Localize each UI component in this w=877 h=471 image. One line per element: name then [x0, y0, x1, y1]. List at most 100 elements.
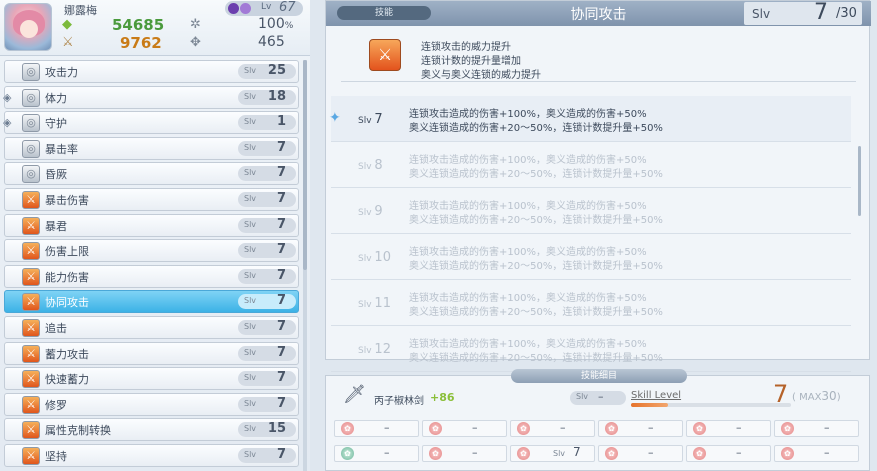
summon-icon: ✿	[517, 422, 530, 435]
skill-row[interactable]: ◎ 昏厥 Slv 7	[4, 162, 299, 186]
summon-slot[interactable]: ✿ –	[334, 420, 419, 437]
skill-level-value: 7	[773, 380, 789, 408]
weapon-name: 丙子椒林剑	[374, 396, 424, 407]
skill-row[interactable]: ⚔ 修罗 Slv 7	[4, 392, 299, 416]
summon-slot[interactable]: ✿ –	[774, 445, 859, 462]
summon-slot[interactable]: ✿ Slv 7	[510, 445, 595, 462]
skill-slv: Slv 1	[238, 114, 296, 131]
sword-orange-icon: ⚔	[22, 447, 40, 465]
level-row[interactable]: Slv 10 连锁攻击造成的伤害+100%，奥义造成的伤害+50% 奥义连锁造成的伤…	[331, 234, 851, 280]
skill-row[interactable]: ◎ 暴击率 Slv 7	[4, 136, 299, 160]
skill-row[interactable]: ⚔ 暴君 Slv 7	[4, 213, 299, 237]
summon-slot[interactable]: ✿ –	[422, 445, 507, 462]
summon-slot[interactable]: ✿ –	[334, 445, 419, 462]
skill-row[interactable]: ⚔ 坚持 Slv 7	[4, 444, 299, 467]
skill-slv: Slv 7	[238, 217, 296, 233]
skill-row[interactable]: ⚔ 暴击伤害 Slv 7	[4, 188, 299, 211]
detail-slv: Slv 7 /30	[744, 0, 862, 25]
skill-row[interactable]: ⚔ 协同攻击 Slv 7	[4, 290, 299, 314]
detail-slv-max: /30	[836, 6, 857, 21]
summon-icon: ✿	[605, 422, 618, 435]
level-effect: 连锁攻击造成的伤害+100%，奥义造成的伤害+50%	[409, 109, 647, 120]
level-row[interactable]: Slv 11 连锁攻击造成的伤害+100%，奥义造成的伤害+50% 奥义连锁造成的伤…	[331, 280, 851, 326]
weapon-plus: +86	[430, 391, 455, 404]
level-effect: 奥义连锁造成的伤害+20～50%，连锁计数提升量+50%	[409, 261, 663, 272]
skill-level-max: ( MAX30)	[792, 389, 841, 403]
summon-icon: ✿	[693, 422, 706, 435]
skill-slv: Slv 7	[238, 242, 296, 259]
skill-label: 守护	[45, 117, 67, 131]
level-effect: 连锁攻击造成的伤害+100%，奥义造成的伤害+50%	[409, 339, 647, 350]
left-scrollbar[interactable]	[303, 60, 307, 471]
hp-icon: ◆	[62, 17, 72, 32]
skill-row[interactable]: ⚔ 能力伤害 Slv 7	[4, 264, 299, 288]
skill-label: 体力	[45, 91, 67, 105]
summon-slot[interactable]: ✿ –	[686, 420, 771, 437]
summon-slot[interactable]: ✿ –	[422, 420, 507, 437]
sword-orange-icon: ⚔	[22, 395, 40, 414]
level-effect: 奥义连锁造成的伤害+20～50%，连锁计数提升量+50%	[409, 123, 663, 134]
sword-orange-icon: ⚔	[22, 319, 40, 337]
race-icon	[240, 3, 251, 14]
skill-label: 伤害上限	[45, 245, 89, 259]
summon-slot[interactable]: ✿ –	[598, 445, 683, 462]
avatar[interactable]	[4, 3, 52, 51]
level-row[interactable]: Slv 12 连锁攻击造成的伤害+100%，奥义造成的伤害+50% 奥义连锁造成的伤…	[331, 326, 851, 372]
sword-orange-icon: ⚔	[22, 267, 40, 286]
skill-row[interactable]: ⚔ 快速蓄力 Slv 7	[4, 367, 299, 391]
skill-level-label: Skill Level	[631, 390, 682, 401]
skill-label: 坚持	[45, 450, 67, 463]
level-effect: 连锁攻击造成的伤害+100%，奥义造成的伤害+50%	[409, 293, 647, 304]
level-row[interactable]: Slv 8 连锁攻击造成的伤害+100%，奥义造成的伤害+50% 奥义连锁造成的伤害…	[331, 142, 851, 188]
summon-slot[interactable]: ✿ –	[598, 420, 683, 437]
skill-row[interactable]: ⚔ 追击 Slv 7	[4, 316, 299, 339]
weapon-sword-icon: 🗡	[343, 384, 366, 405]
detail-scrollbar[interactable]	[858, 146, 861, 216]
sword-orange-icon: ⚔	[22, 242, 40, 261]
skill-label: 昏厥	[45, 168, 67, 182]
breakdown-panel: 技能细目 🗡 丙子椒林剑 +86 Slv – Skill Level 7 ( M…	[325, 369, 870, 471]
skill-label: 暴君	[45, 219, 67, 233]
skill-row[interactable]: ⚔ 伤害上限 Slv 7	[4, 239, 299, 263]
detail-slv-current: 7	[814, 0, 828, 25]
skill-slv: Slv 7	[238, 140, 296, 156]
summon-slot[interactable]: ✿ –	[686, 445, 771, 462]
level-row[interactable]: Slv 9 连锁攻击造成的伤害+100%，奥义造成的伤害+50% 奥义连锁造成的伤害…	[331, 188, 851, 234]
stat-secondary: 465	[258, 34, 285, 50]
skill-row[interactable]: ◈ ◎ 守护 Slv 1	[3, 111, 299, 135]
stat-percent: 100%	[258, 16, 294, 32]
skill-label: 能力伤害	[45, 270, 89, 284]
sword-orange-icon: ⚔	[22, 191, 40, 209]
skill-slv: Slv 7	[238, 268, 296, 284]
skill-row[interactable]: ◈ ◎ 体力 Slv 18	[3, 85, 299, 109]
skill-slv: Slv 7	[238, 370, 296, 387]
summon-slot[interactable]: ✿ –	[510, 420, 595, 437]
skill-label: 协同攻击	[45, 296, 89, 310]
heart-icon: ◎	[22, 88, 40, 107]
breakdown-header: 技能细目	[511, 369, 687, 383]
description-line: 连锁攻击的威力提升	[421, 42, 511, 53]
skill-label: 修罗	[45, 398, 67, 412]
skill-detail-panel: 技能 协同攻击 Slv 7 /30 ⚔ 连锁攻击的威力提升 连锁计数的提升量增加…	[325, 0, 871, 372]
stun-icon: ◎	[22, 165, 40, 184]
skill-slv: Slv 7	[238, 191, 296, 207]
level-effect: 连锁攻击造成的伤害+100%，奥义造成的伤害+50%	[409, 201, 647, 212]
sword-orange-icon: ⚔	[22, 293, 40, 312]
skill-row[interactable]: ⚔ 属性克制转换 Slv 15	[4, 418, 299, 442]
skill-level-bar	[631, 403, 791, 407]
level-row[interactable]: ✦ Slv 7 连锁攻击造成的伤害+100%，奥义造成的伤害+50% 奥义连锁造成的伤…	[329, 96, 851, 142]
summon-icon: ✿	[693, 447, 706, 460]
skill-row[interactable]: ⚔ 蓄力攻击 Slv 7	[4, 341, 299, 365]
summon-icon: ✿	[781, 422, 794, 435]
summon-icon: ✿	[429, 422, 442, 435]
element-icon	[228, 3, 239, 14]
skill-slv: Slv 7	[238, 293, 296, 310]
sword-orange-icon: ⚔	[22, 216, 40, 235]
skill-slv: Slv 7	[238, 319, 296, 335]
level-effect: 奥义连锁造成的伤害+20～50%，连锁计数提升量+50%	[409, 169, 663, 180]
skill-row[interactable]: ◎ 攻击力 Slv 25	[4, 60, 299, 83]
summon-icon: ✿	[781, 447, 794, 460]
skill-slv: Slv 7	[238, 345, 296, 361]
summon-slot[interactable]: ✿ –	[774, 420, 859, 437]
skill-label: 追击	[45, 322, 67, 335]
